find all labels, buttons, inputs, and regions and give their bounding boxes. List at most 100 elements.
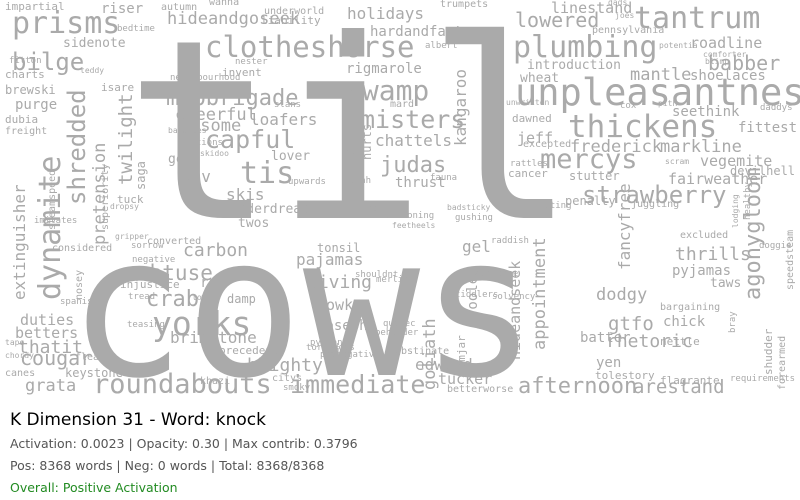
word-pith: pith xyxy=(658,99,677,108)
word-rec: rec xyxy=(200,275,225,291)
word-cox: cox xyxy=(620,101,637,111)
word-underworld: underworld xyxy=(264,6,324,17)
word-betters: betters xyxy=(15,324,78,342)
word-scram: scram xyxy=(665,157,689,166)
word-dodgy: dodgy xyxy=(596,285,647,305)
word-tread: tread xyxy=(128,292,155,302)
word-jamjar: jamjar xyxy=(455,335,468,375)
word-superiority: superiority xyxy=(100,164,111,230)
word-smoky: smoky xyxy=(283,383,311,393)
word-rigmarole: rigmarole xyxy=(346,61,422,77)
word-skidoo: skidoo xyxy=(200,149,229,158)
word-sidenote: sidenote xyxy=(63,36,126,51)
word-gel: gel xyxy=(462,237,491,256)
word-gushing: gushing xyxy=(455,213,493,223)
word-slans: slans xyxy=(274,100,301,110)
word-healthy: healthy xyxy=(743,181,753,220)
word-feetheels: feetheels xyxy=(392,221,436,230)
word-cloud: cowstilunpleasantnessplumbingclotheshors… xyxy=(0,0,800,400)
word-loafers: loafers xyxy=(250,110,317,129)
word-dads: dads xyxy=(608,0,627,7)
word-beholder: beholder xyxy=(375,328,419,338)
word-spanish: spanish xyxy=(60,297,98,307)
word-sorbonne: sorbonne xyxy=(475,269,518,279)
word-penalty: penalty xyxy=(565,194,616,208)
word-keystone: keystone xyxy=(65,366,123,380)
word-solvency: solvency xyxy=(492,292,536,302)
word-tape: tape xyxy=(5,338,24,347)
word-swamp: swamp xyxy=(345,74,429,107)
word-bedtime: bedtime xyxy=(117,24,155,34)
word-juggling: juggling xyxy=(631,199,679,210)
word-fleas: fleas xyxy=(75,352,105,363)
word-charts: charts xyxy=(5,68,45,81)
word-khazi: khazi xyxy=(200,376,230,387)
word-freight: freight xyxy=(5,126,47,137)
word-stuffe: stuffe xyxy=(343,112,357,155)
word-shredded: shredded xyxy=(63,89,91,205)
word-chordy: chordy xyxy=(5,351,34,360)
word-hurts: hurts xyxy=(360,124,374,160)
word-requirements: requirements xyxy=(730,374,795,384)
word-kangaroo: kangaroo xyxy=(451,69,470,146)
word-seethink: seethink xyxy=(672,104,740,120)
word-dubia: dubia xyxy=(5,113,38,126)
word-betterworse: betterworse xyxy=(447,384,513,395)
word-raddish: raddish xyxy=(491,236,529,246)
word-bray: bray xyxy=(728,311,738,333)
word-blimp: blimp xyxy=(705,57,729,66)
word-chick: chick xyxy=(663,314,706,330)
word-flagrante: flagrante xyxy=(660,374,720,387)
word-speedsteam: speedsteam xyxy=(785,230,796,290)
word-shouldnt: shouldnt xyxy=(355,270,398,280)
word-devilhell: devilhell xyxy=(730,164,795,178)
word-brewski: brewski xyxy=(5,83,56,97)
word-pennsylvania: pennsylvania xyxy=(592,25,664,36)
word-stutter: stutter xyxy=(569,169,620,183)
word-purge: purge xyxy=(15,97,57,113)
activation-status: Overall: Positive Activation xyxy=(10,480,178,495)
word-dawned: dawned xyxy=(512,112,552,125)
word-sav: sav xyxy=(182,167,211,186)
word-unwritten: unwritten xyxy=(506,98,550,107)
word-wheat: wheat xyxy=(520,71,559,86)
word-nosey: nosey xyxy=(74,270,85,300)
word-lover: lover xyxy=(271,149,310,164)
word-python: python xyxy=(310,338,343,348)
word-rations: rations xyxy=(185,138,223,148)
word-nettle: nettle xyxy=(660,335,700,348)
word-thrills: thrills xyxy=(675,244,751,265)
word-hardandfast: hardandfast xyxy=(370,24,463,40)
word-fancyfree: fancyfree xyxy=(615,183,634,270)
word-judah: judah xyxy=(344,176,371,186)
word-canes: canes xyxy=(5,368,35,379)
word-shudder: shudder xyxy=(762,328,775,375)
word-upwards: upwards xyxy=(288,177,326,187)
word-albert: albert xyxy=(425,41,458,51)
word-daddys: daddys xyxy=(760,103,793,113)
word-excepted: excepted xyxy=(523,139,571,150)
word-neighbourhood: neighbourhood xyxy=(170,73,240,83)
word-trumpets: trumpets xyxy=(440,0,488,10)
word-teddy: teddy xyxy=(80,66,104,75)
word-teasing: teasing xyxy=(127,320,165,330)
word-frock: frock xyxy=(362,204,390,214)
word-prerogative: prerogative xyxy=(320,350,380,360)
word-frederick: frederick xyxy=(570,137,662,157)
word-damp: damp xyxy=(227,292,256,306)
word-negative: negative xyxy=(132,255,175,265)
word-taws: taws xyxy=(710,276,741,291)
word-gripper: gripper xyxy=(115,232,149,241)
word-fauna: fauna xyxy=(430,173,457,183)
word-voting: voting xyxy=(539,201,572,211)
word-joes: joes xyxy=(615,11,634,20)
word-precedent: precedent xyxy=(219,344,279,357)
word-mard: mard xyxy=(390,99,414,110)
word-potentia: potentia xyxy=(659,41,698,50)
word-batter: batter xyxy=(580,330,631,346)
word-dropsy: dropsy xyxy=(110,202,139,211)
word-doggie: doggie xyxy=(759,241,792,251)
word-lodging: lodging xyxy=(731,194,740,228)
word-mantle: mantle xyxy=(630,65,691,85)
word-isare: isare xyxy=(101,81,134,94)
